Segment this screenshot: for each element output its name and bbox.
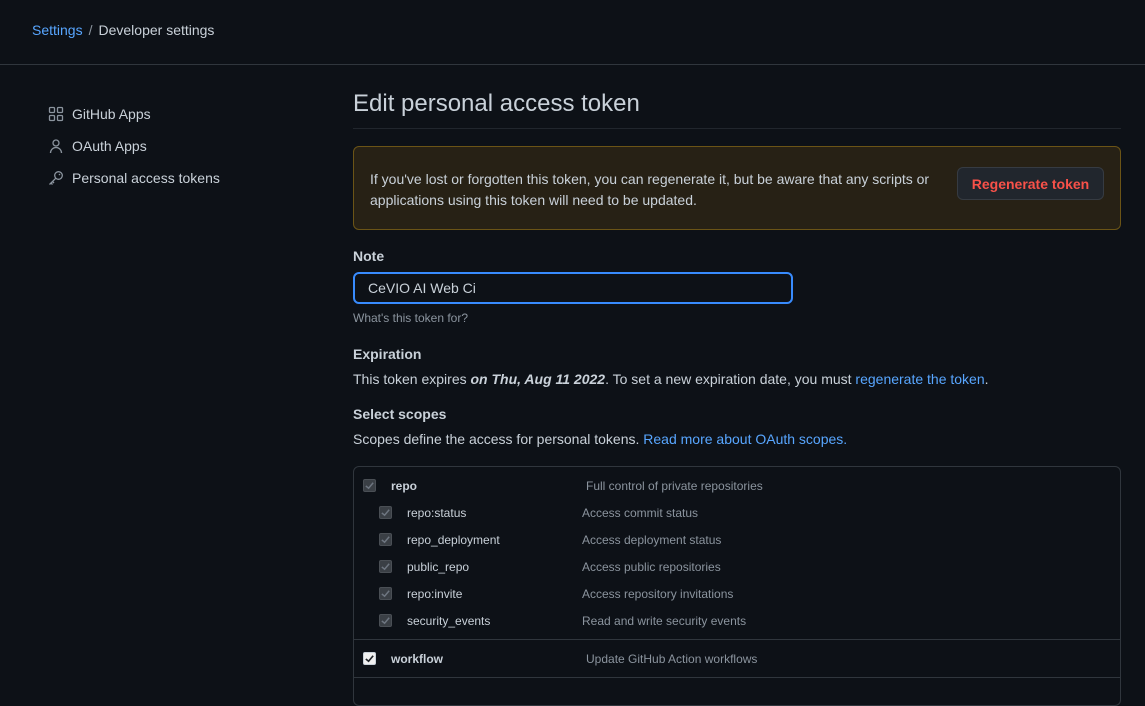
sidebar-item-github-apps[interactable]: GitHub Apps xyxy=(48,98,308,130)
scope-checkbox-repo[interactable] xyxy=(363,479,376,492)
check-icon xyxy=(381,563,390,571)
scope-description: Access commit status xyxy=(582,505,699,520)
scopes-label: Select scopes xyxy=(353,406,447,422)
scope-name: security_events xyxy=(407,613,491,628)
scope-row-repo: repo Full control of private repositorie… xyxy=(354,472,1120,499)
sidebar-item-oauth-apps[interactable]: OAuth Apps xyxy=(48,130,308,162)
scope-checkbox-workflow[interactable] xyxy=(363,652,376,665)
breadcrumb-current: Developer settings xyxy=(98,22,215,38)
note-input[interactable] xyxy=(353,272,793,304)
note-hint: What's this token for? xyxy=(353,311,469,325)
check-icon xyxy=(365,482,374,490)
sidebar-item-label: Personal access tokens xyxy=(72,170,220,186)
page-title: Edit personal access token xyxy=(353,90,1121,129)
expiration-middle: . To set a new expiration date, you must xyxy=(605,371,856,387)
regenerate-token-button[interactable]: Regenerate token xyxy=(957,167,1104,200)
scope-name: repo:status xyxy=(407,505,467,520)
scope-checkbox-repo-status[interactable] xyxy=(379,506,392,519)
check-icon xyxy=(381,536,390,544)
scope-divider xyxy=(354,677,1120,678)
scope-description: Access deployment status xyxy=(582,532,722,547)
scope-row-security-events: security_events Read and write security … xyxy=(354,607,1120,634)
scope-row-workflow: workflow Update GitHub Action workflows xyxy=(354,645,1120,672)
expiration-date: on Thu, Aug 11 2022 xyxy=(470,371,606,387)
check-icon xyxy=(381,509,390,517)
scope-description: Read and write security events xyxy=(582,613,747,628)
breadcrumb-settings-link[interactable]: Settings xyxy=(32,22,83,38)
sidebar-item-label: GitHub Apps xyxy=(72,106,151,122)
regenerate-warning-banner: If you've lost or forgotten this token, … xyxy=(353,146,1121,230)
warning-text: If you've lost or forgotten this token, … xyxy=(370,171,930,208)
scope-row-repo-deployment: repo_deployment Access deployment status xyxy=(354,526,1120,553)
scopes-description: Scopes define the access for personal to… xyxy=(353,431,1121,447)
scope-description: Access repository invitations xyxy=(582,586,734,601)
scope-name: repo_deployment xyxy=(407,532,500,547)
apps-icon xyxy=(48,106,64,122)
expiration-suffix: . xyxy=(984,371,989,387)
scope-description: Full control of private repositories xyxy=(586,478,763,493)
oauth-scopes-link[interactable]: Read more about OAuth scopes. xyxy=(643,431,847,447)
breadcrumb-separator: / xyxy=(88,22,93,38)
person-icon xyxy=(48,138,64,154)
check-icon xyxy=(365,655,374,663)
scope-name: public_repo xyxy=(407,559,470,574)
scope-checkbox-repo-invite[interactable] xyxy=(379,587,392,600)
key-icon xyxy=(48,170,64,186)
check-icon xyxy=(381,590,390,598)
scope-row-public-repo: public_repo Access public repositories xyxy=(354,553,1120,580)
breadcrumb: Settings / Developer settings xyxy=(32,22,214,38)
scope-description: Access public repositories xyxy=(582,559,721,574)
expiration-prefix: This token expires xyxy=(353,371,471,387)
scope-row-repo-invite: repo:invite Access repository invitation… xyxy=(354,580,1120,607)
scope-description: Update GitHub Action workflows xyxy=(586,651,758,666)
expiration-text: This token expires on Thu, Aug 11 2022. … xyxy=(353,371,1121,387)
scope-name: repo xyxy=(391,478,418,493)
sidebar-item-label: OAuth Apps xyxy=(72,138,147,154)
scope-name: repo:invite xyxy=(407,586,463,601)
scopes-text: Scopes define the access for personal to… xyxy=(353,431,644,447)
main-content: Edit personal access token If you've los… xyxy=(353,90,1121,447)
top-header: Settings / Developer settings xyxy=(0,0,1145,65)
check-icon xyxy=(381,617,390,625)
expiration-label: Expiration xyxy=(353,346,422,362)
scope-divider xyxy=(354,639,1120,640)
scope-checkbox-security-events[interactable] xyxy=(379,614,392,627)
scope-checkbox-public-repo[interactable] xyxy=(379,560,392,573)
scope-name: workflow xyxy=(391,651,444,666)
regenerate-token-link[interactable]: regenerate the token xyxy=(855,371,984,387)
scopes-list: repo Full control of private repositorie… xyxy=(353,466,1121,706)
scope-checkbox-repo-deployment[interactable] xyxy=(379,533,392,546)
scope-row-repo-status: repo:status Access commit status xyxy=(354,499,1120,526)
note-label: Note xyxy=(353,248,385,264)
sidebar-nav: GitHub Apps OAuth Apps Personal access t… xyxy=(48,98,308,194)
sidebar-item-personal-access-tokens[interactable]: Personal access tokens xyxy=(48,162,308,194)
